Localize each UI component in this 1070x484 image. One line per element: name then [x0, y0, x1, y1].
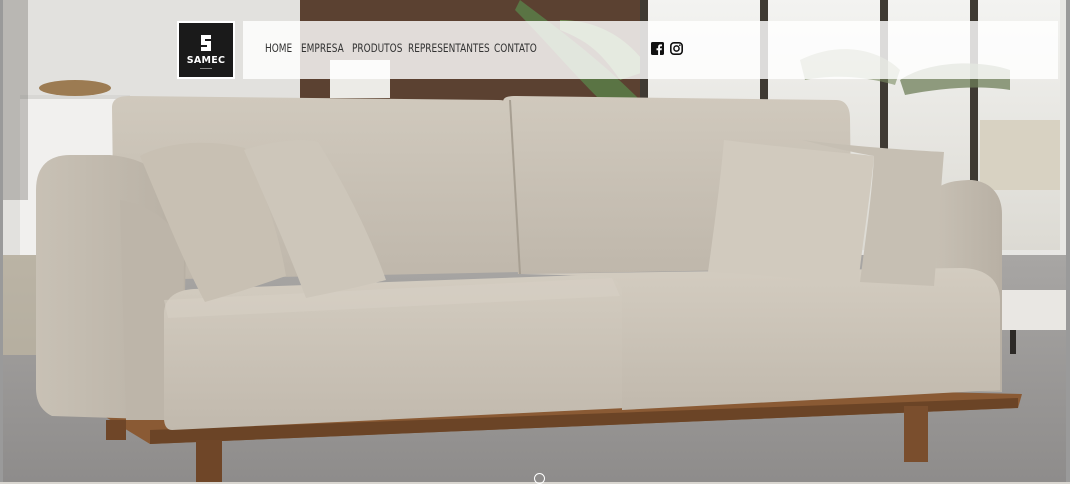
browser-edge-left — [0, 0, 3, 482]
facebook-icon[interactable] — [651, 42, 664, 55]
nav-produtos[interactable]: PRODUTOS — [352, 41, 402, 55]
instagram-icon[interactable] — [670, 42, 683, 55]
logo-text: SAMEC — [186, 54, 226, 66]
nav-empresa[interactable]: EMPRESA — [301, 41, 344, 55]
browser-edge-right — [1066, 0, 1070, 482]
slider-dot-indicator[interactable] — [534, 473, 545, 484]
samec-logo[interactable]: SAMEC — [177, 21, 235, 79]
nav-contato[interactable]: CONTATO — [494, 41, 537, 55]
samec-logo-mark-icon — [201, 34, 211, 51]
main-menu: HOME EMPRESA PRODUTOS REPRESENTANTES CON… — [265, 41, 544, 55]
logo-underline — [200, 67, 212, 69]
top-navigation-bar: HOME EMPRESA PRODUTOS REPRESENTANTES CON… — [243, 21, 1058, 79]
social-links — [651, 42, 683, 55]
nav-home[interactable]: HOME — [265, 41, 293, 55]
nav-representantes[interactable]: REPRESENTANTES — [408, 41, 490, 55]
